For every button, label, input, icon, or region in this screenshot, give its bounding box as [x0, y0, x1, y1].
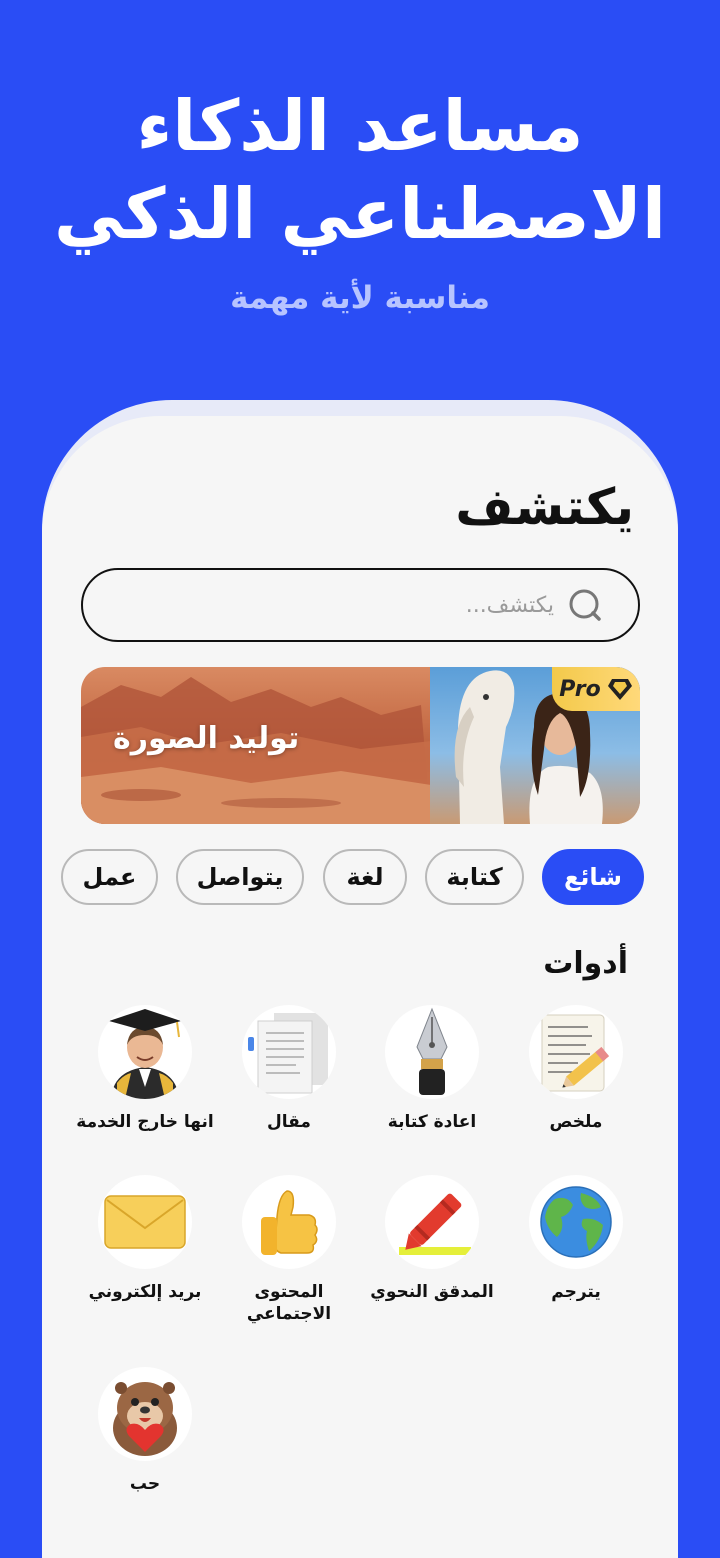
tool-grammar-label: المدقق النحوي: [370, 1282, 494, 1302]
hero-subtitle: مناسبة لأية مهمة: [230, 280, 490, 316]
tool-social-content[interactable]: المحتوى الاجتماعي: [209, 1175, 369, 1325]
pro-badge: Pro: [552, 667, 640, 711]
tool-out-of-service-circle: [98, 1005, 192, 1099]
graduate-avatar-icon: [109, 1009, 181, 1099]
tool-summary-circle: [529, 1005, 623, 1099]
pro-badge-label: Pro: [559, 676, 601, 702]
chip-language[interactable]: لغة: [323, 849, 407, 905]
tool-essay-circle: [242, 1005, 336, 1099]
search-icon: [569, 589, 601, 621]
crayon-icon: [399, 1193, 471, 1255]
tools-section-title: أدوات: [543, 946, 628, 981]
tool-love[interactable]: حب: [65, 1367, 225, 1495]
globe-icon: [540, 1186, 612, 1258]
notepad-pencil-icon: [541, 1014, 610, 1092]
fountain-pen-icon: [416, 1007, 448, 1095]
hero-title-line2: الاصطناعي الذكي: [53, 173, 667, 255]
tool-essay[interactable]: مقال: [209, 1005, 369, 1133]
banner-label: توليد الصورة: [113, 721, 300, 756]
tool-rewrite-circle: [385, 1005, 479, 1099]
tool-email[interactable]: بريد إلكتروني: [65, 1175, 225, 1303]
tool-translate-circle: [529, 1175, 623, 1269]
tool-social-content-label-line2: الاجتماعي: [246, 1304, 332, 1324]
chip-writing[interactable]: كتابة: [425, 849, 524, 905]
tool-email-circle: [98, 1175, 192, 1269]
hero-title-line1: مساعد الذكاء: [136, 85, 584, 167]
tool-essay-label: مقال: [267, 1112, 311, 1132]
tool-grammar-circle: [385, 1175, 479, 1269]
envelope-icon: [104, 1195, 186, 1249]
diamond-icon: [607, 679, 632, 700]
tool-out-of-service[interactable]: انها خارج الخدمة: [65, 1005, 225, 1133]
image-generation-banner[interactable]: توليد الصورة Pro: [81, 667, 640, 824]
hero-title: مساعد الذكاء الاصطناعي الذكي: [0, 82, 720, 258]
document-icon: [248, 1013, 328, 1094]
tool-rewrite-label: اعادة كتابة: [387, 1112, 477, 1132]
tool-out-of-service-label: انها خارج الخدمة: [76, 1112, 214, 1132]
tool-social-content-label-line1: المحتوى: [254, 1282, 324, 1302]
search-placeholder: يكتشف...: [465, 593, 554, 618]
tool-rewrite[interactable]: اعادة كتابة: [352, 1005, 512, 1133]
tool-love-label: حب: [129, 1474, 161, 1494]
tool-grammar[interactable]: المدقق النحوي: [352, 1175, 512, 1303]
page-title: يكتشف: [455, 478, 634, 536]
thumbs-up-icon: [261, 1190, 318, 1255]
tool-social-content-label: المحتوى الاجتماعي: [209, 1281, 369, 1325]
otter-heart-icon: [113, 1382, 177, 1456]
tool-love-circle: [98, 1367, 192, 1461]
tool-summary[interactable]: ملخص: [496, 1005, 656, 1133]
tool-summary-label: ملخص: [549, 1112, 603, 1132]
tool-translate-label: يترجم: [551, 1282, 601, 1302]
chip-popular[interactable]: شائع: [542, 849, 644, 905]
tool-social-content-circle: [242, 1175, 336, 1269]
chip-communicate[interactable]: يتواصل: [176, 849, 304, 905]
search-input[interactable]: يكتشف...: [81, 568, 640, 642]
tool-email-label: بريد إلكتروني: [88, 1282, 202, 1302]
tool-translate[interactable]: يترجم: [496, 1175, 656, 1303]
chip-work[interactable]: عمل: [61, 849, 158, 905]
